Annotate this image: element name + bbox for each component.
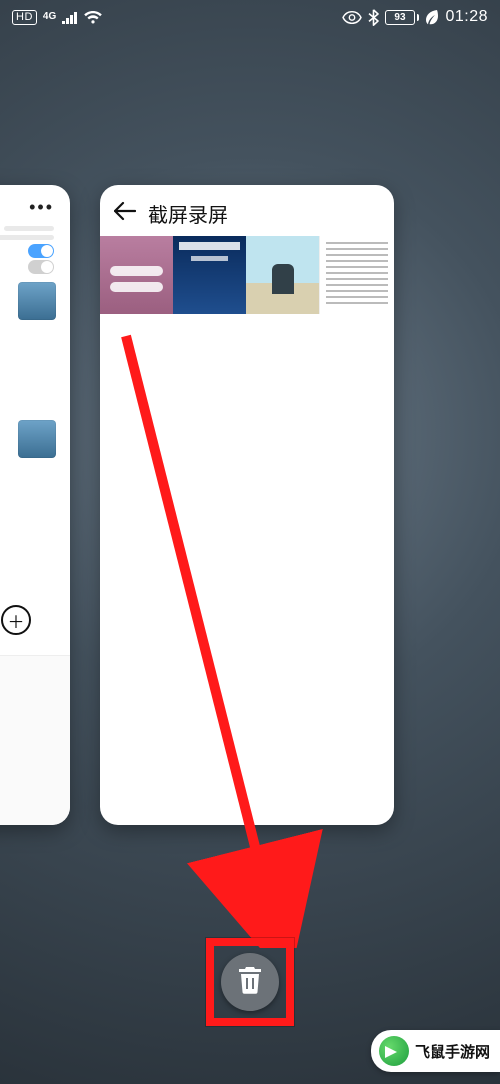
battery-indicator: 93 [385,10,420,25]
plus-icon[interactable]: ＋ [1,605,31,635]
status-bar: HD 4G 93 01:28 [0,0,500,34]
screenshot-thumb[interactable] [173,236,246,314]
wifi-icon [84,11,102,24]
screenshot-thumb[interactable] [246,236,319,314]
recent-card-chat[interactable]: ••• ☺ ＋ 位置 文件 [0,185,70,825]
annotation-red-box [206,938,294,1026]
clock: 01:28 [445,8,488,26]
status-left: HD 4G [12,10,102,25]
leaf-icon [425,9,439,25]
recent-apps-row: ••• ☺ ＋ 位置 文件 [0,185,500,825]
status-right: 93 01:28 [342,8,488,26]
more-icon: ••• [0,197,54,218]
chat-input-toolbar: ☺ ＋ [0,605,70,635]
network-4g-label: 4G [43,12,56,22]
attachment-panel: 位置 文件 [0,655,70,825]
screenshot-thumb[interactable] [100,236,173,314]
chat-image-thumb [18,420,56,458]
battery-percent: 93 [394,12,405,23]
back-arrow-icon[interactable] [114,201,136,226]
watermark-logo-icon [379,1036,409,1066]
gallery-page-title: 截屏录屏 [148,199,228,228]
hd-badge: HD [12,10,37,25]
gallery-header: 截屏录屏 [100,185,394,236]
watermark: 飞鼠手游网 [371,1030,500,1072]
watermark-text: 飞鼠手游网 [415,1041,490,1062]
signal-bars-icon [62,11,78,24]
chat-preview: ••• [0,185,70,458]
chat-image-thumb [18,282,56,320]
screenshot-thumb[interactable] [319,236,394,314]
visibility-icon [342,11,362,24]
recent-card-gallery[interactable]: 图库 截屏录屏 [100,185,394,825]
bluetooth-icon [368,9,379,26]
annotation-highlight [206,938,294,1026]
gallery-thumbnails [100,236,394,314]
